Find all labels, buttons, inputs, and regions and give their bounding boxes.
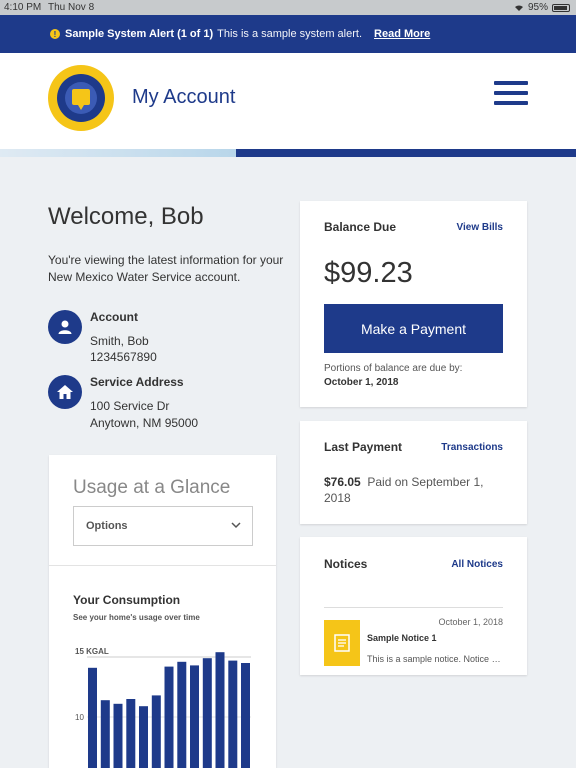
battery-icon <box>552 3 570 12</box>
alert-message: This is a sample system alert. <box>217 28 363 40</box>
document-icon <box>324 620 360 666</box>
last-payment-amount: $76.05 <box>324 475 361 489</box>
status-date: Thu Nov 8 <box>48 2 95 13</box>
consumption-bar <box>151 695 161 768</box>
consumption-bar <box>164 666 174 768</box>
consumption-chart: 15 KGAL 10 <box>75 647 251 768</box>
last-payment-card: Last Payment Transactions $76.05 Paid on… <box>300 421 527 524</box>
usage-title: Usage at a Glance <box>73 477 231 498</box>
consumption-bar <box>126 699 136 768</box>
all-notices-link[interactable]: All Notices <box>451 559 503 570</box>
consumption-bar <box>177 661 187 768</box>
options-dropdown[interactable]: Options <box>73 506 253 546</box>
balance-card: Balance Due View Bills $99.23 Make a Pay… <box>300 201 527 407</box>
balance-title: Balance Due <box>324 220 397 234</box>
address-line2: Anytown, NM 95000 <box>90 416 199 430</box>
divider <box>49 565 276 566</box>
logo-seal <box>49 66 113 130</box>
notice-title: Sample Notice 1 <box>367 633 437 643</box>
menu-line <box>494 101 528 105</box>
usage-card: Usage at a Glance Options Your Consumpti… <box>49 455 276 768</box>
read-more-link[interactable]: Read More <box>374 28 430 40</box>
status-bar: 4:10 PM Thu Nov 8 95% <box>0 0 576 15</box>
options-label: Options <box>86 520 128 532</box>
consumption-bar <box>190 665 199 768</box>
address-line1: 100 Service Dr <box>90 399 170 413</box>
consumption-bar <box>139 706 148 768</box>
notices-card: Notices All Notices October 1, 2018 Samp… <box>300 537 527 675</box>
consumption-bar <box>113 703 123 768</box>
service-address-label: Service Address <box>90 375 184 389</box>
header: My Account <box>0 53 576 149</box>
account-label: Account <box>90 310 138 324</box>
page-title: My Account <box>132 86 236 108</box>
status-time: 4:10 PM <box>4 2 42 13</box>
menu-line <box>494 81 528 85</box>
account-number: 1234567890 <box>90 350 157 364</box>
wifi-icon <box>514 4 523 11</box>
battery-percent: 95% <box>527 2 548 13</box>
consumption-bar <box>100 700 110 768</box>
consumption-bar <box>241 663 250 768</box>
bar-group <box>88 652 250 768</box>
notices-title: Notices <box>324 557 368 571</box>
due-note: Portions of balance are due by: <box>324 363 463 374</box>
transactions-link[interactable]: Transactions <box>441 442 503 453</box>
person-icon <box>48 310 82 344</box>
house-icon <box>48 375 82 409</box>
consumption-bar <box>88 667 97 768</box>
last-payment-detail: $76.05 Paid on September 1, 2018 <box>324 474 504 506</box>
consumption-bar <box>215 652 225 768</box>
chevron-down-icon <box>231 522 241 529</box>
balance-amount: $99.23 <box>324 257 413 289</box>
new-mexico-water-service-logo[interactable] <box>48 65 114 131</box>
welcome-subtitle: You're viewing the latest information fo… <box>48 253 284 284</box>
y-tick-label-15: 15 KGAL <box>75 647 109 656</box>
header-accent-stripe <box>0 149 576 157</box>
last-payment-title: Last Payment <box>324 440 403 454</box>
consumption-bar <box>228 660 238 768</box>
consumption-title: Your Consumption <box>73 593 181 607</box>
welcome-heading: Welcome, Bob <box>48 203 204 230</box>
status-right: 95% <box>514 2 570 13</box>
y-tick-label-10: 10 <box>75 713 84 722</box>
consumption-subtitle: See your home's usage over time <box>73 613 200 622</box>
divider <box>324 607 503 608</box>
notice-date: October 1, 2018 <box>438 617 503 627</box>
due-date: October 1, 2018 <box>324 377 399 388</box>
account-name: Smith, Bob <box>90 334 149 348</box>
make-payment-button[interactable]: Make a Payment <box>324 304 503 353</box>
view-bills-link[interactable]: View Bills <box>456 222 503 233</box>
exclamation-icon: ! <box>50 29 60 39</box>
hamburger-menu-icon[interactable] <box>494 81 528 105</box>
consumption-bar <box>202 658 212 768</box>
system-alert-bar: ! Sample System Alert (1 of 1) This is a… <box>0 15 576 53</box>
notice-body: This is a sample notice. Notice details … <box>367 654 504 664</box>
menu-line <box>494 91 528 95</box>
alert-title: Sample System Alert (1 of 1) <box>65 28 214 40</box>
